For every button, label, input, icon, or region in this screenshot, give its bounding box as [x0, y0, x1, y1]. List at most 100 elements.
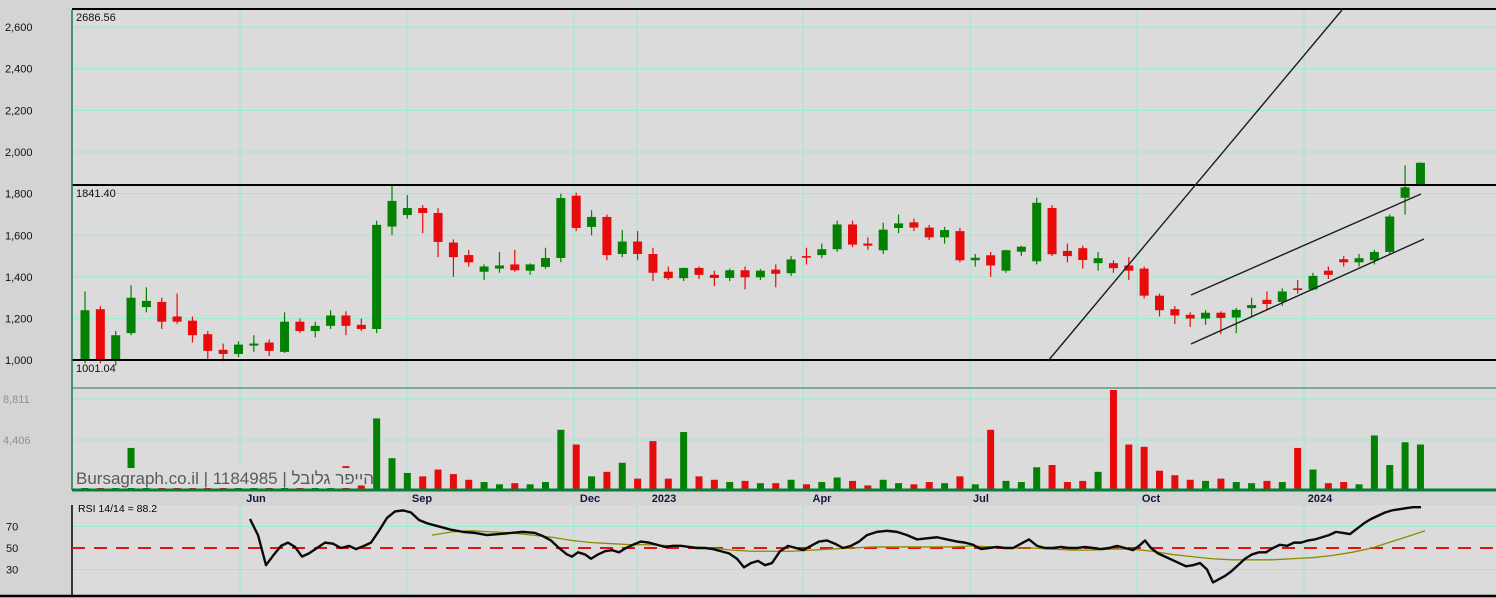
candle-body [111, 335, 121, 361]
candle-body [1047, 207, 1057, 255]
candle-body [418, 207, 428, 213]
volume-bar [1309, 469, 1317, 490]
volume-bar [1386, 465, 1394, 490]
price-axis-tick: 2,600 [5, 22, 33, 34]
candle-body [679, 267, 689, 279]
candle-body [1354, 258, 1364, 263]
candle-body [1231, 309, 1241, 318]
price-axis-tick: 2,200 [5, 105, 33, 117]
candle-body [80, 310, 90, 360]
volume-bar [403, 472, 411, 490]
candle-body [725, 270, 735, 278]
candle-body [556, 197, 566, 258]
candle-body [341, 315, 351, 326]
candle-body [1293, 288, 1303, 290]
volume-bar [1125, 444, 1133, 490]
volume-bar [649, 441, 657, 490]
candle-body [1078, 248, 1088, 261]
candle-body [863, 243, 873, 246]
candle-body [1093, 258, 1103, 264]
candle-body [617, 241, 627, 255]
candle-body [356, 324, 366, 329]
volume-bar [1416, 444, 1424, 490]
volume-bar [710, 479, 718, 490]
x-axis-label: Apr [813, 493, 833, 505]
candle-body [633, 241, 643, 255]
rsi-axis-tick: 30 [6, 565, 18, 577]
volume-axis-tick: 4,406 [3, 435, 31, 447]
candle-body [771, 269, 781, 274]
candle-body [494, 265, 504, 269]
candle-body [280, 321, 290, 352]
candle-body [172, 316, 182, 322]
candle-body [1062, 250, 1072, 257]
candle-body [218, 349, 228, 354]
level-label: 1841.40 [76, 188, 116, 200]
volume-bar [1171, 475, 1179, 490]
volume-axis-tick: 8,811 [3, 394, 30, 406]
volume-bar [618, 462, 626, 490]
watermark-text: Bursagraph.co.il | 1184985 | הייפר גלובל [76, 469, 374, 488]
candle-body [970, 257, 980, 261]
candle-body [433, 212, 443, 242]
candle-body [387, 200, 397, 227]
stock-chart: Bursagraph.co.il | 1184985 | הייפר גלובל… [0, 7, 1496, 598]
candle-body [1032, 202, 1042, 262]
price-axis-tick: 2,000 [5, 147, 33, 159]
candle-body [326, 315, 336, 326]
volume-bar [1370, 435, 1378, 490]
candle-body [234, 344, 243, 354]
watermark: Bursagraph.co.il | 1184985 | הייפר גלובל [74, 468, 374, 488]
volume-bar [1140, 446, 1148, 490]
panel-background [72, 505, 1496, 596]
candle-body [878, 229, 888, 251]
candle-body [1170, 309, 1180, 316]
candle-body [126, 297, 136, 334]
volume-bar [465, 479, 473, 490]
candle-body [663, 271, 673, 279]
candle-body [1277, 291, 1287, 302]
rsi-indicator-label: RSI 14/14 = 88.2 [78, 503, 157, 515]
candle-body [1400, 187, 1410, 198]
candle-body [510, 264, 520, 271]
candle-body [648, 254, 658, 273]
candle-body [909, 222, 919, 228]
volume-bar [603, 471, 611, 490]
candle-body [924, 227, 934, 238]
volume-bar [588, 476, 596, 490]
candle-body [1385, 216, 1395, 252]
volume-bar [1156, 470, 1163, 490]
volume-bar [434, 469, 442, 490]
candle-body [786, 259, 796, 274]
candle-body [310, 325, 320, 332]
price-axis-tick: 1,400 [5, 272, 33, 284]
candle-body [1216, 312, 1226, 318]
x-axis-label: Jul [973, 493, 989, 505]
candle-body [709, 274, 719, 278]
volume-bar [557, 429, 565, 490]
volume-bar [695, 476, 703, 490]
x-axis-label: Oct [1142, 493, 1161, 505]
x-axis-label: 2024 [1308, 493, 1333, 505]
stock-chart-page: Bursagraph.co.il | 1184985 | הייפר גלובל… [0, 0, 1496, 598]
candle-body [894, 223, 904, 228]
volume-bar [373, 418, 381, 490]
candle-body [448, 242, 458, 258]
volume-bar [1294, 447, 1302, 490]
volume-bar [449, 474, 457, 490]
candle-body [372, 224, 382, 329]
volume-bar [1401, 442, 1409, 490]
candle-body [571, 195, 581, 228]
candle-body [479, 266, 489, 272]
volume-bar [1048, 465, 1056, 490]
volume-bar [1217, 478, 1225, 490]
candle-body [249, 343, 259, 346]
candle-body [848, 224, 857, 245]
candle-body [1185, 314, 1195, 319]
candle-body [1201, 312, 1211, 319]
candle-body [694, 267, 704, 275]
x-axis-label: Jun [246, 493, 266, 505]
price-axis-tick: 1,200 [5, 314, 33, 326]
volume-bar [664, 478, 672, 490]
candle-body [801, 256, 811, 258]
